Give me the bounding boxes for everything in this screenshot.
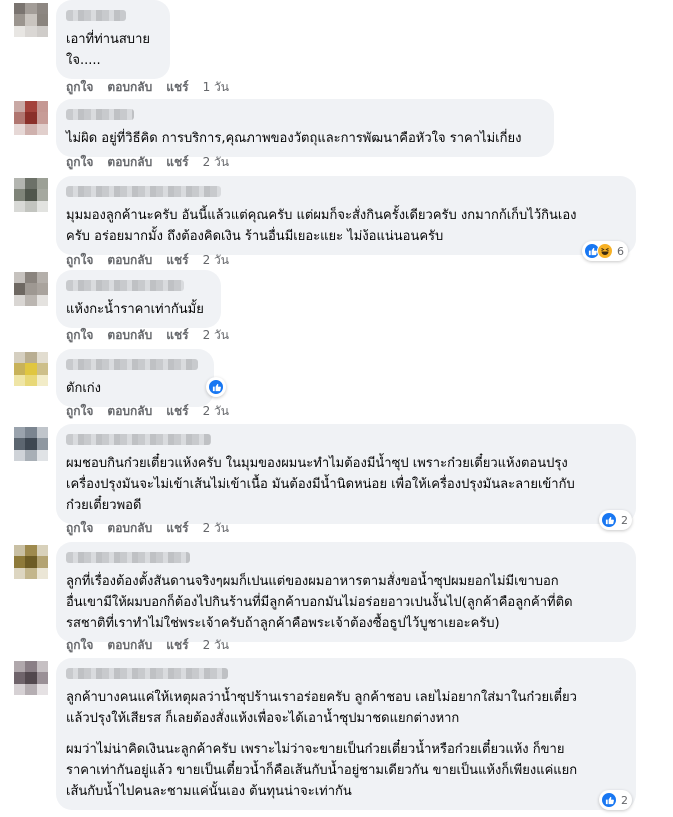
comment-time[interactable]: 2 วัน bbox=[203, 326, 229, 345]
comment-actions: ถูกใจ ตอบกลับ แชร์ 2 วัน bbox=[66, 154, 229, 170]
avatar[interactable] bbox=[14, 178, 48, 212]
comment-text: ผมว่าไม่น่าคิดเงินนะลูกค้าครับ เพราะไม่ว… bbox=[66, 742, 578, 799]
like-thumb-icon bbox=[208, 379, 224, 395]
comment-text: ผมชอบกินก๋วยเตี๋ยวแห้งครับ ในมุมของผมนะท… bbox=[66, 456, 575, 513]
like-button[interactable]: ถูกใจ bbox=[66, 251, 93, 270]
comment-time[interactable]: 2 วัน bbox=[203, 636, 229, 655]
reply-button[interactable]: ตอบกลับ bbox=[107, 251, 152, 270]
comment-time[interactable]: 1 วัน bbox=[203, 78, 229, 97]
comment-bubble: ไม่ผิด อยู่ที่วิธีคิด การบริการ,คุณภาพขอ… bbox=[56, 99, 554, 157]
commenter-name[interactable] bbox=[66, 668, 228, 679]
share-button[interactable]: แชร์ bbox=[166, 326, 188, 345]
avatar[interactable] bbox=[14, 3, 48, 37]
reply-button[interactable]: ตอบกลับ bbox=[107, 402, 152, 421]
share-button[interactable]: แชร์ bbox=[166, 78, 188, 97]
avatar[interactable] bbox=[14, 427, 48, 461]
comment-actions: ถูกใจ ตอบกลับ แชร์ 2 วัน bbox=[66, 252, 229, 268]
reaction-summary[interactable]: 2 bbox=[599, 510, 632, 530]
comment-text: ไม่ผิด อยู่ที่วิธีคิด การบริการ,คุณภาพขอ… bbox=[66, 131, 522, 146]
comment-bubble: มุมมองลูกค้านะครับ อันนี้แล้วแต่คุณครับ … bbox=[56, 176, 636, 255]
reaction-summary[interactable]: 2 bbox=[599, 790, 632, 810]
comment-time[interactable]: 2 วัน bbox=[203, 251, 229, 270]
avatar[interactable] bbox=[14, 101, 48, 135]
like-button[interactable]: ถูกใจ bbox=[66, 153, 93, 172]
share-button[interactable]: แชร์ bbox=[166, 153, 188, 172]
commenter-name[interactable] bbox=[66, 434, 211, 445]
comment-bubble: แห้งกะน้ำราคาเท่ากันมั้ย bbox=[56, 270, 221, 328]
like-thumb-icon bbox=[601, 792, 617, 808]
commenter-name[interactable] bbox=[66, 280, 184, 291]
commenter-name[interactable] bbox=[66, 10, 126, 21]
like-button[interactable]: ถูกใจ bbox=[66, 402, 93, 421]
share-button[interactable]: แชร์ bbox=[166, 519, 188, 538]
comment-actions: ถูกใจ ตอบกลับ แชร์ 2 วัน bbox=[66, 327, 229, 343]
like-button[interactable]: ถูกใจ bbox=[66, 519, 93, 538]
reaction-count: 2 bbox=[621, 513, 628, 527]
reaction-count: 6 bbox=[617, 244, 624, 258]
comment-bubble: ลูกที่เรื่องต้องตั้งสันดานจริงๆผมก็เปนแต… bbox=[56, 542, 636, 642]
comment-bubble: ตักเก่ง bbox=[56, 349, 214, 407]
comment-time[interactable]: 2 วัน bbox=[203, 153, 229, 172]
commenter-name[interactable] bbox=[66, 552, 190, 563]
comment-text: ลูกที่เรื่องต้องตั้งสันดานจริงๆผมก็เปนแต… bbox=[66, 574, 573, 631]
share-button[interactable]: แชร์ bbox=[166, 402, 188, 421]
like-button[interactable]: ถูกใจ bbox=[66, 636, 93, 655]
commenter-name[interactable] bbox=[66, 359, 198, 370]
comment-bubble: ผมชอบกินก๋วยเตี๋ยวแห้งครับ ในมุมของผมนะท… bbox=[56, 424, 636, 524]
share-button[interactable]: แชร์ bbox=[166, 251, 188, 270]
reply-button[interactable]: ตอบกลับ bbox=[107, 636, 152, 655]
comment-bubble: ลูกค้าบางคนแค่ให้เหตุผลว่าน้ำซุปร้านเราอ… bbox=[56, 658, 636, 810]
avatar[interactable] bbox=[14, 272, 48, 306]
like-button[interactable]: ถูกใจ bbox=[66, 326, 93, 345]
comment-text: มุมมองลูกค้านะครับ อันนี้แล้วแต่คุณครับ … bbox=[66, 208, 577, 244]
avatar[interactable] bbox=[14, 661, 48, 695]
reply-button[interactable]: ตอบกลับ bbox=[107, 78, 152, 97]
avatar[interactable] bbox=[14, 545, 48, 579]
haha-face-icon bbox=[597, 243, 613, 259]
comment-time[interactable]: 2 วัน bbox=[203, 402, 229, 421]
comment-text: ตักเก่ง bbox=[66, 381, 101, 396]
reaction-summary[interactable] bbox=[206, 377, 226, 397]
comment-bubble: เอาที่ท่านสบาย ใจ..... bbox=[56, 0, 170, 79]
comment-text: ลูกค้าบางคนแค่ให้เหตุผลว่าน้ำซุปร้านเราอ… bbox=[66, 690, 577, 726]
reaction-summary[interactable]: 6 bbox=[582, 241, 628, 261]
share-button[interactable]: แชร์ bbox=[166, 636, 188, 655]
like-button[interactable]: ถูกใจ bbox=[66, 78, 93, 97]
reply-button[interactable]: ตอบกลับ bbox=[107, 519, 152, 538]
comment-actions: ถูกใจ ตอบกลับ แชร์ 1 วัน bbox=[66, 79, 229, 95]
comment-actions: ถูกใจ ตอบกลับ แชร์ 2 วัน bbox=[66, 403, 229, 419]
reply-button[interactable]: ตอบกลับ bbox=[107, 326, 152, 345]
commenter-name[interactable] bbox=[66, 109, 134, 120]
comment-actions: ถูกใจ ตอบกลับ แชร์ 2 วัน bbox=[66, 520, 229, 536]
comment-text: เอาที่ท่านสบาย ใจ..... bbox=[66, 32, 150, 68]
like-thumb-icon bbox=[601, 512, 617, 528]
comment-text: แห้งกะน้ำราคาเท่ากันมั้ย bbox=[66, 302, 204, 317]
reply-button[interactable]: ตอบกลับ bbox=[107, 153, 152, 172]
avatar[interactable] bbox=[14, 352, 48, 386]
comment-actions: ถูกใจ ตอบกลับ แชร์ 2 วัน bbox=[66, 637, 229, 653]
reaction-count: 2 bbox=[621, 793, 628, 807]
commenter-name[interactable] bbox=[66, 186, 221, 197]
comment-time[interactable]: 2 วัน bbox=[203, 519, 229, 538]
